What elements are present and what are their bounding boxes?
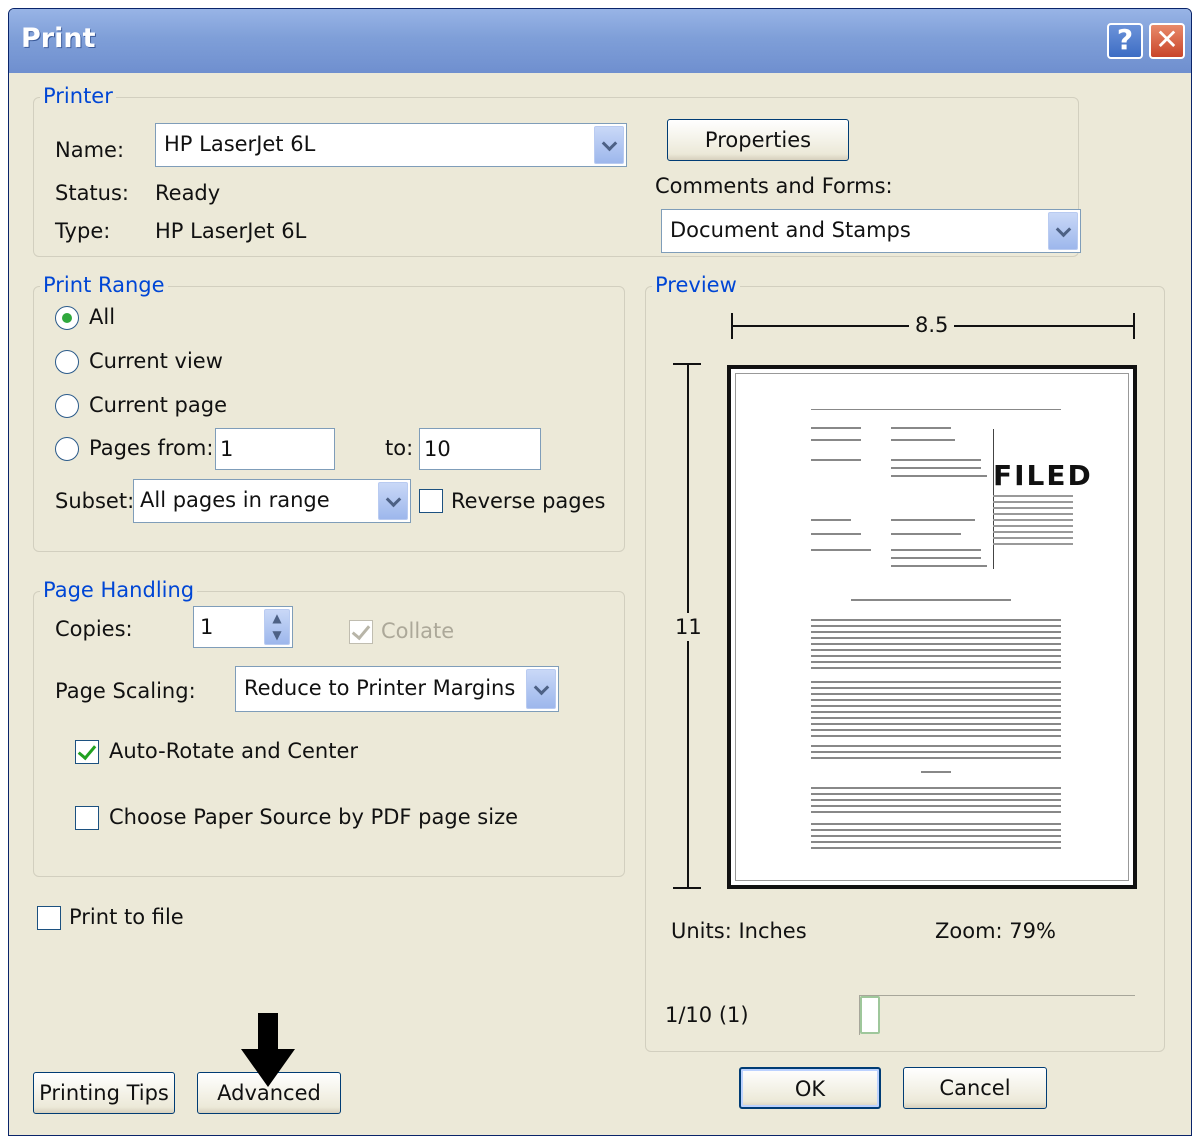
filed-stamp: FILED	[993, 459, 1093, 492]
ok-button[interactable]: OK	[739, 1067, 881, 1109]
printer-legend: Printer	[40, 84, 116, 108]
stamp-text-lines	[993, 495, 1073, 545]
radio-current-page[interactable]	[55, 394, 79, 418]
copies-value: 1	[200, 615, 214, 639]
title-bar: Print ? ✕	[9, 9, 1191, 73]
radio-current-page-label: Current page	[89, 393, 227, 417]
print-range-legend: Print Range	[40, 273, 168, 297]
page-handling-legend: Page Handling	[40, 578, 198, 602]
chevron-down-icon[interactable]	[594, 126, 624, 164]
close-button[interactable]: ✕	[1149, 23, 1185, 59]
subset-value: All pages in range	[140, 488, 330, 512]
pages-to-input[interactable]: 10	[419, 428, 541, 470]
type-label: Type:	[55, 219, 111, 243]
to-label: to:	[385, 436, 414, 460]
print-dialog: Print ? ✕ Printer Name: HP LaserJet 6L S…	[8, 8, 1192, 1136]
printer-name-value: HP LaserJet 6L	[164, 132, 316, 156]
pages-from-label: Pages from:	[89, 436, 214, 460]
radio-current-view-label: Current view	[89, 349, 223, 373]
width-value: 8.5	[909, 313, 955, 337]
reverse-pages-label: Reverse pages	[451, 489, 606, 513]
auto-rotate-label: Auto-Rotate and Center	[109, 739, 359, 763]
comments-forms-select[interactable]: Document and Stamps	[661, 209, 1081, 253]
arrow-down-icon	[241, 1013, 295, 1087]
page-slider-track[interactable]	[859, 995, 1135, 1035]
preview-legend: Preview	[652, 273, 740, 297]
cancel-button[interactable]: Cancel	[903, 1067, 1047, 1109]
width-dimension-tick-left	[731, 313, 733, 339]
printing-tips-button[interactable]: Printing Tips	[33, 1072, 175, 1114]
subset-select[interactable]: All pages in range	[133, 479, 411, 523]
units-label: Units: Inches	[671, 919, 807, 943]
chevron-down-icon[interactable]	[378, 482, 408, 520]
print-to-file-label: Print to file	[69, 905, 184, 929]
comments-label: Comments and Forms:	[655, 174, 893, 198]
subset-label: Subset:	[55, 489, 135, 513]
chevron-down-icon[interactable]	[526, 669, 556, 709]
page-slider-thumb[interactable]	[860, 996, 880, 1034]
collate-label: Collate	[381, 619, 455, 643]
height-dimension-tick-top	[673, 363, 701, 365]
printer-name-select[interactable]: HP LaserJet 6L	[155, 123, 627, 167]
radio-current-view[interactable]	[55, 350, 79, 374]
status-label: Status:	[55, 181, 129, 205]
status-value: Ready	[155, 181, 221, 205]
page-indicator: 1/10 (1)	[665, 1003, 749, 1027]
height-dimension-tick-bottom	[673, 887, 701, 889]
radio-all-label: All	[89, 305, 116, 329]
chevron-down-icon[interactable]	[1048, 212, 1078, 250]
type-value: HP LaserJet 6L	[155, 219, 307, 243]
name-label: Name:	[55, 138, 125, 162]
reverse-pages-checkbox[interactable]	[419, 489, 443, 513]
paper-source-checkbox[interactable]	[75, 806, 99, 830]
auto-rotate-checkbox[interactable]	[75, 740, 99, 764]
page-preview: FILED	[727, 365, 1137, 889]
collate-checkbox	[349, 620, 373, 644]
comments-forms-value: Document and Stamps	[670, 218, 911, 242]
radio-pages-range[interactable]	[55, 437, 79, 461]
page-scaling-value: Reduce to Printer Margins	[244, 676, 516, 700]
width-dimension-tick-right	[1133, 313, 1135, 339]
copies-stepper[interactable]: 1 ▲ ▼	[193, 606, 293, 648]
dialog-title: Print	[21, 23, 96, 54]
spinner-icon[interactable]: ▲ ▼	[264, 609, 290, 645]
height-value: 11	[675, 613, 702, 641]
paper-source-label: Choose Paper Source by PDF page size	[109, 805, 519, 829]
properties-button[interactable]: Properties	[667, 119, 849, 161]
page-scaling-label: Page Scaling:	[55, 679, 196, 703]
copies-label: Copies:	[55, 617, 133, 641]
print-to-file-checkbox[interactable]	[37, 906, 61, 930]
help-button[interactable]: ?	[1107, 23, 1143, 59]
zoom-label: Zoom: 79%	[935, 919, 1056, 943]
page-scaling-select[interactable]: Reduce to Printer Margins	[235, 666, 559, 712]
pages-from-input[interactable]: 1	[215, 428, 335, 470]
radio-all[interactable]	[55, 306, 79, 330]
